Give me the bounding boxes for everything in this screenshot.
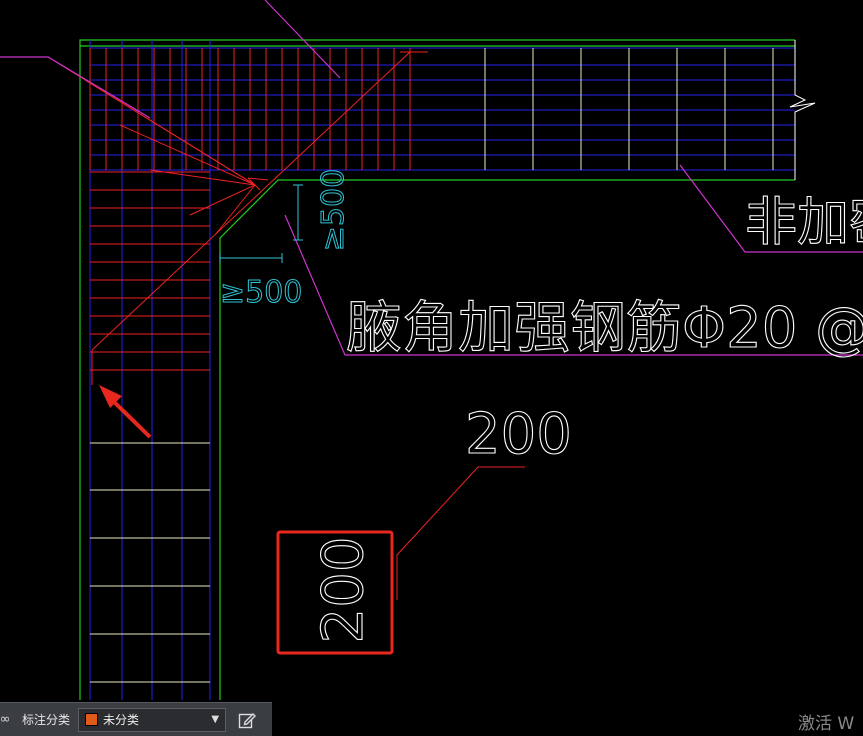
dim-200-leader (396, 466, 525, 600)
non-densified-label: 非加密 (745, 193, 863, 253)
plain-stirrups (90, 48, 774, 683)
link-icon[interactable]: ∞ (0, 712, 12, 727)
annotation-category-label: 标注分类 (22, 713, 71, 727)
haunch-fan-bar (214, 184, 256, 236)
edit-button[interactable] (236, 709, 258, 731)
dim-500-horizontal: ≥500 (220, 275, 302, 310)
cad-drawing: ≥500 ≥500 非加密 腋角加强钢筋Φ20 @200 200 200 (0, 0, 863, 700)
category-color-swatch (85, 713, 99, 726)
annotation-toolbar: ∞ 标注分类 未分类 ▼ (0, 702, 272, 736)
haunch-rebar-label: 腋角加强钢筋Φ20 @200 (346, 296, 863, 361)
leader-top-left (0, 56, 151, 119)
activation-watermark: 激活 W (798, 714, 855, 734)
chevron-down-icon: ▼ (211, 714, 220, 725)
edit-icon (238, 712, 257, 728)
category-dropdown[interactable]: 未分类 ▼ (78, 707, 227, 732)
haunch-fan-bar (247, 177, 269, 181)
dim-200-boxed-label: 200 (311, 537, 376, 644)
dim-200-label: 200 (465, 402, 572, 467)
category-dropdown-value: 未分类 (103, 713, 140, 727)
annotation-arrow (99, 385, 152, 439)
dim-500-vertical: ≥500 (316, 169, 351, 251)
cad-viewport[interactable]: ≥500 ≥500 非加密 腋角加强钢筋Φ20 @200 200 200 ∞ 标… (0, 0, 863, 736)
leader-top (264, 0, 341, 79)
